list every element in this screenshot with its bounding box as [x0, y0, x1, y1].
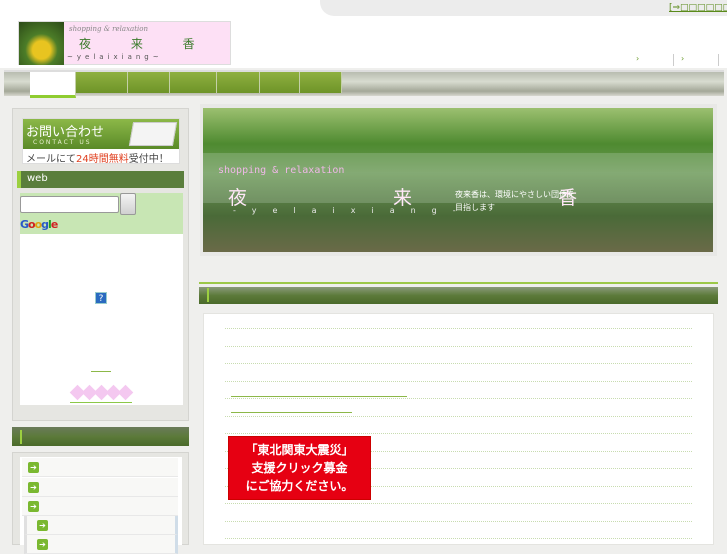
help-icon[interactable]: ? — [95, 292, 107, 304]
flower-image — [19, 22, 64, 65]
banner-description: 夜来香は、環境にやさしい団体を目指します — [455, 190, 575, 212]
donation-line-1: 「東北関東大震災」 — [245, 443, 354, 457]
content-link-1[interactable] — [231, 396, 407, 397]
divider — [91, 371, 111, 372]
nav-tab-2[interactable] — [76, 72, 128, 93]
google-logo: Google — [20, 218, 58, 231]
menu-heading — [12, 427, 189, 446]
donation-line-2: 支援クリック募金 — [251, 461, 348, 475]
ruled-line — [225, 416, 692, 417]
ruled-line — [225, 346, 692, 347]
arrow-right-icon: ➔ — [28, 482, 39, 493]
ruled-line — [225, 381, 692, 382]
menu-item-2[interactable]: ➔ — [22, 478, 178, 497]
content-box — [203, 313, 714, 545]
contact-subtitle: CONTACT US — [33, 139, 92, 146]
menu-item-3[interactable]: ➔ — [22, 497, 178, 516]
nav-tab-5[interactable] — [217, 72, 260, 93]
divider — [199, 282, 718, 284]
site-logo[interactable]: shopping & relaxation 夜 来 香 ~yelaixiang~ — [18, 21, 231, 65]
contact-title: お問い合わせ — [26, 125, 105, 140]
top-link[interactable]: [⇒□□□□□□] — [669, 3, 727, 13]
donation-line-3: にご協力ください。 — [245, 479, 354, 493]
arrow-right-icon: ➔ — [28, 501, 39, 512]
arrow-right-icon: ➔ — [37, 520, 48, 531]
envelope-icon — [128, 122, 178, 146]
contact-banner[interactable]: お問い合わせ CONTACT US メールにて24時間無料受付中！ — [22, 118, 180, 165]
logo-romaji: ~yelaixiang~ — [67, 53, 163, 61]
search-input[interactable] — [20, 196, 119, 213]
header-link-1[interactable]: › — [634, 54, 674, 66]
flower-decoration — [69, 384, 134, 403]
banner-romaji: -yelaixiang- — [233, 206, 472, 215]
ruled-line — [225, 521, 692, 522]
main-nav — [4, 70, 724, 98]
nav-tab-7[interactable] — [300, 72, 342, 93]
ruled-line — [225, 363, 692, 364]
ruled-line — [225, 503, 692, 504]
nav-tab-1[interactable] — [30, 72, 76, 98]
web-heading: web — [17, 171, 184, 188]
header-corner — [320, 0, 727, 16]
menu-item-1[interactable]: ➔ — [22, 458, 178, 477]
content-heading — [199, 287, 718, 304]
content-link-2[interactable] — [231, 412, 352, 413]
widget-area — [20, 234, 183, 405]
forest-banner: shopping & relaxation 夜 来 香 -yelaixiang-… — [203, 108, 713, 252]
submenu-item-1[interactable]: ➔ — [24, 516, 178, 535]
ruled-line — [225, 433, 692, 434]
contact-note-prefix: メールにて — [26, 154, 76, 165]
arrow-right-icon: ➔ — [28, 462, 39, 473]
banner-tagline: shopping & relaxation — [218, 165, 345, 176]
ruled-line — [225, 398, 692, 399]
logo-name: 夜 来 香 — [79, 37, 213, 51]
nav-tab-3[interactable] — [128, 72, 170, 93]
donation-banner[interactable]: 「東北関東大震災」 支援クリック募金 にご協力ください。 — [228, 436, 371, 500]
contact-note-suffix: 受付中！ — [128, 154, 169, 165]
header-link-2[interactable]: › — [679, 54, 719, 66]
nav-tab-4[interactable] — [170, 72, 217, 93]
contact-note-highlight: 24時間無料 — [76, 154, 129, 165]
logo-tagline: shopping & relaxation — [69, 25, 148, 33]
search-button[interactable] — [120, 193, 136, 215]
ruled-line — [225, 328, 692, 329]
ruled-line — [225, 538, 692, 539]
nav-tab-6[interactable] — [260, 72, 300, 93]
